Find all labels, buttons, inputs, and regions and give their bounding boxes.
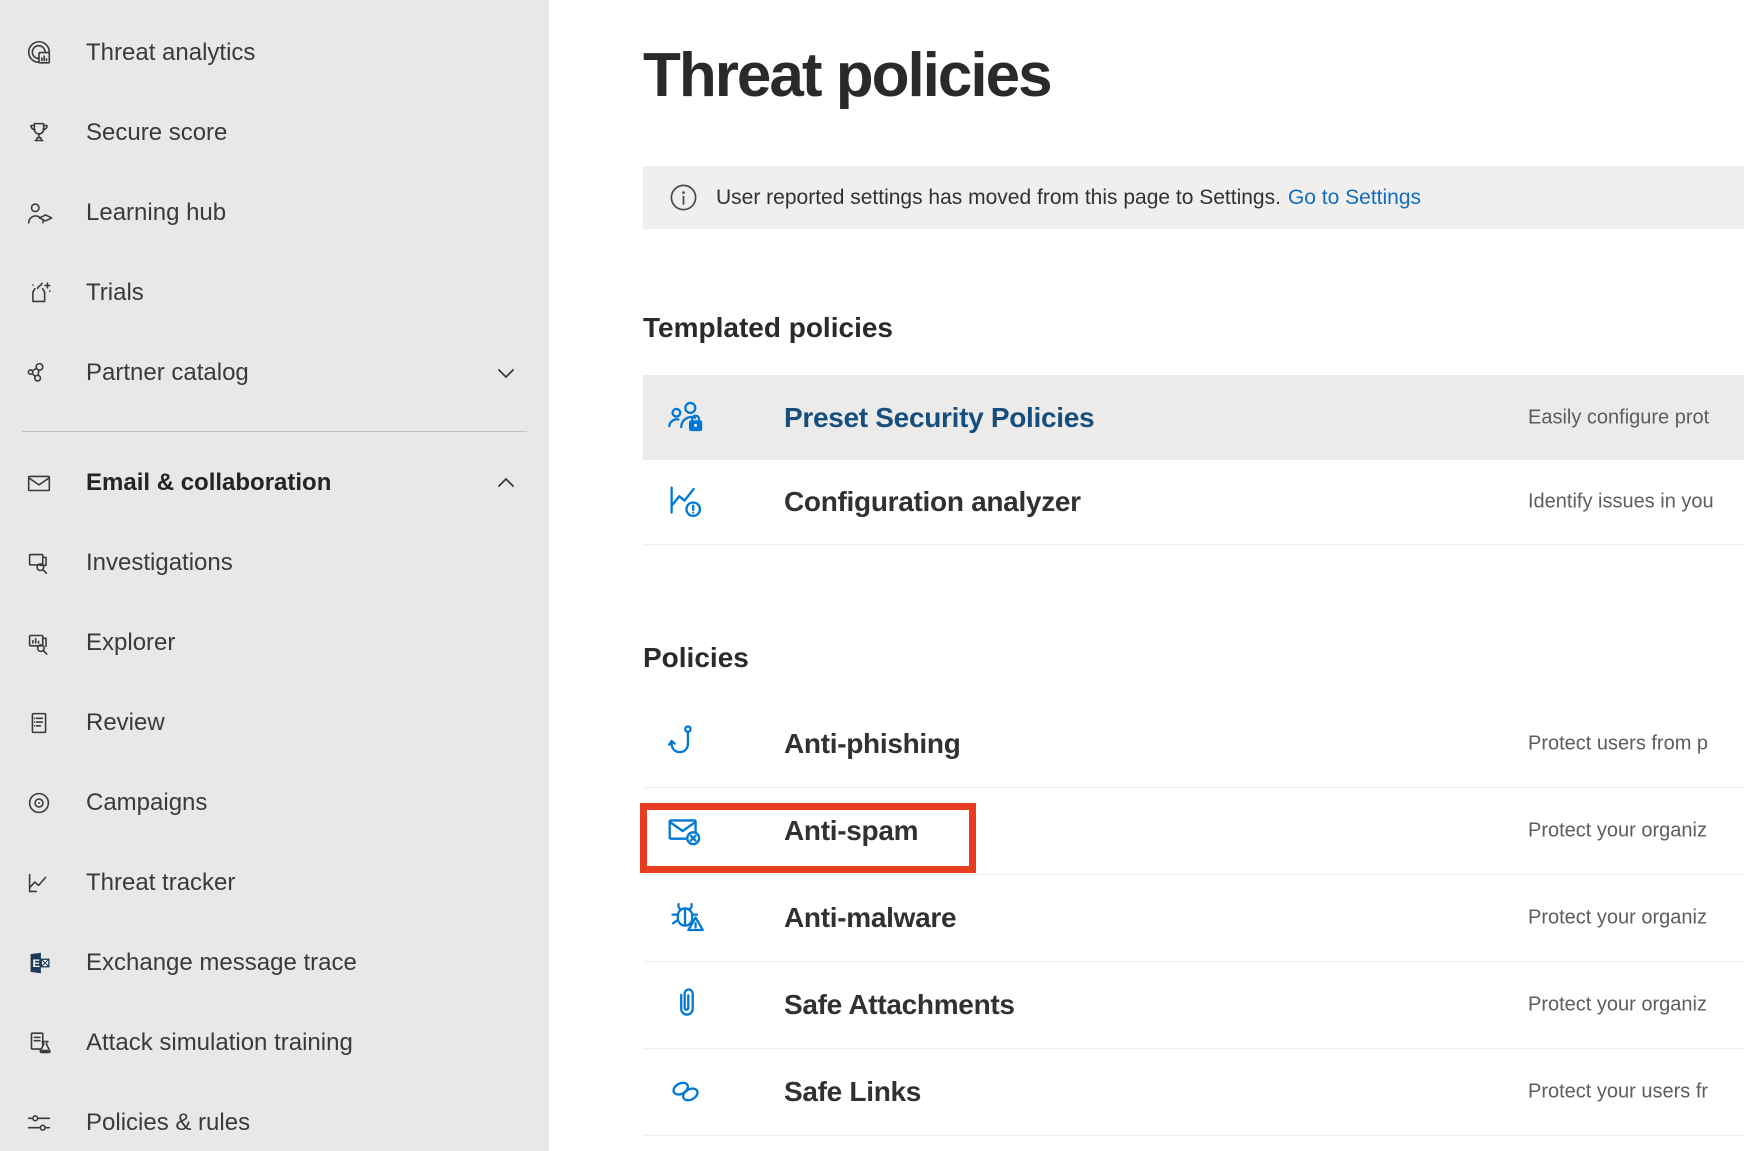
gift-sparkle-icon [22,278,56,308]
sidebar-item-label: Threat tracker [86,869,235,897]
sidebar-item-label: Policies & rules [86,1109,250,1137]
partner-network-icon [22,358,56,388]
sidebar-item-label: Trials [86,279,144,307]
sidebar-item-label: Partner catalog [86,359,249,387]
chevron-up-icon[interactable] [494,471,518,495]
sidebar-item-policies-rules[interactable]: Policies & rules [0,1083,549,1151]
sliders-icon [22,1108,56,1138]
line-chart-icon [22,868,56,898]
sidebar-item-label: Learning hub [86,199,226,227]
preset-security-icon [663,395,709,441]
safe-attachments-label: Safe Attachments [784,989,1015,1021]
sidebar-divider [22,431,527,432]
sidebar-item-label: Secure score [86,119,227,147]
envelope-block-icon [663,808,709,854]
configuration-analyzer-icon [663,479,709,525]
sidebar-item-trials[interactable]: Trials [0,253,549,333]
row-anti-malware[interactable]: Anti-malware Protect your organiz [643,875,1744,962]
sidebar-item-partner-catalog[interactable]: Partner catalog [0,333,549,413]
review-list-icon [22,708,56,738]
sidebar-item-campaigns[interactable]: Campaigns [0,763,549,843]
row-anti-spam[interactable]: Anti-spam Protect your organiz [643,788,1744,875]
row-description: Easily configure prot [1528,406,1709,429]
row-configuration-analyzer[interactable]: Configuration analyzer Identify issues i… [643,460,1744,545]
row-description: Identify issues in you [1528,491,1714,514]
chain-links-icon [663,1069,709,1115]
anti-phishing-label: Anti-phishing [784,728,961,760]
info-banner: User reported settings has moved from th… [643,166,1744,229]
attack-simulation-icon [22,1028,56,1058]
row-safe-links[interactable]: Safe Links Protect your users fr [643,1049,1744,1136]
sidebar-item-learning-hub[interactable]: Learning hub [0,173,549,253]
exchange-logo-icon: E [22,948,56,978]
sidebar-item-review[interactable]: Review [0,683,549,763]
row-description: Protect your organiz [1528,907,1707,930]
sidebar-item-threat-analytics[interactable]: Threat analytics [0,13,549,93]
configuration-analyzer-label: Configuration analyzer [784,486,1081,518]
templated-policies-list: Preset Security Policies Easily configur… [643,375,1744,545]
row-description: Protect users from p [1528,733,1708,756]
row-description: Protect your organiz [1528,820,1707,843]
sidebar-item-investigations[interactable]: Investigations [0,523,549,603]
sidebar-item-label: Attack simulation training [86,1029,353,1057]
templated-policies-heading: Templated policies [643,312,893,344]
paperclip-icon [663,982,709,1028]
left-nav-sidebar: Threat analytics Secure score [0,0,549,1151]
sidebar-item-threat-tracker[interactable]: Threat tracker [0,843,549,923]
sidebar-item-secure-score[interactable]: Secure score [0,93,549,173]
sidebar-item-label: Review [86,709,165,737]
sidebar-item-label: Email & collaboration [86,469,331,497]
row-safe-attachments[interactable]: Safe Attachments Protect your organiz [643,962,1744,1049]
sidebar-item-attack-simulation-training[interactable]: Attack simulation training [0,1003,549,1083]
sidebar-item-label: Investigations [86,549,233,577]
go-to-settings-link[interactable]: Go to Settings [1288,186,1421,210]
learning-hub-icon [22,198,56,228]
investigations-icon [22,548,56,578]
anti-malware-label: Anti-malware [784,902,956,934]
row-anti-phishing[interactable]: Anti-phishing Protect users from p [643,701,1744,788]
preset-security-policies-link[interactable]: Preset Security Policies [784,402,1094,434]
envelope-icon [22,468,56,498]
anti-spam-label: Anti-spam [784,815,918,847]
info-icon [669,183,698,212]
fish-hook-icon [663,721,709,767]
explorer-icon [22,628,56,658]
safe-links-label: Safe Links [784,1076,921,1108]
chevron-down-icon[interactable] [494,361,518,385]
policies-list: Anti-phishing Protect users from p Anti-… [643,701,1744,1136]
trophy-icon [22,118,56,148]
svg-text:E: E [32,958,40,970]
sidebar-item-label: Explorer [86,629,175,657]
row-description: Protect your users fr [1528,1081,1708,1104]
threat-policies-page: Threat analytics Secure score [0,0,1744,1151]
main-content: Threat policies User reported settings h… [549,0,1744,1151]
row-preset-security-policies[interactable]: Preset Security Policies Easily configur… [643,375,1744,460]
banner-message: User reported settings has moved from th… [716,186,1281,210]
target-icon [22,788,56,818]
sidebar-item-exchange-message-trace[interactable]: E Exchange message trace [0,923,549,1003]
page-title: Threat policies [643,40,1051,111]
sidebar-item-label: Threat analytics [86,39,255,67]
row-description: Protect your organiz [1528,994,1707,1017]
threat-analytics-icon [22,38,56,68]
policies-heading: Policies [643,642,749,674]
sidebar-item-label: Campaigns [86,789,207,817]
sidebar-item-label: Exchange message trace [86,949,357,977]
sidebar-item-explorer[interactable]: Explorer [0,603,549,683]
bug-warning-icon [663,895,709,941]
sidebar-item-email-collaboration[interactable]: Email & collaboration [0,443,549,523]
